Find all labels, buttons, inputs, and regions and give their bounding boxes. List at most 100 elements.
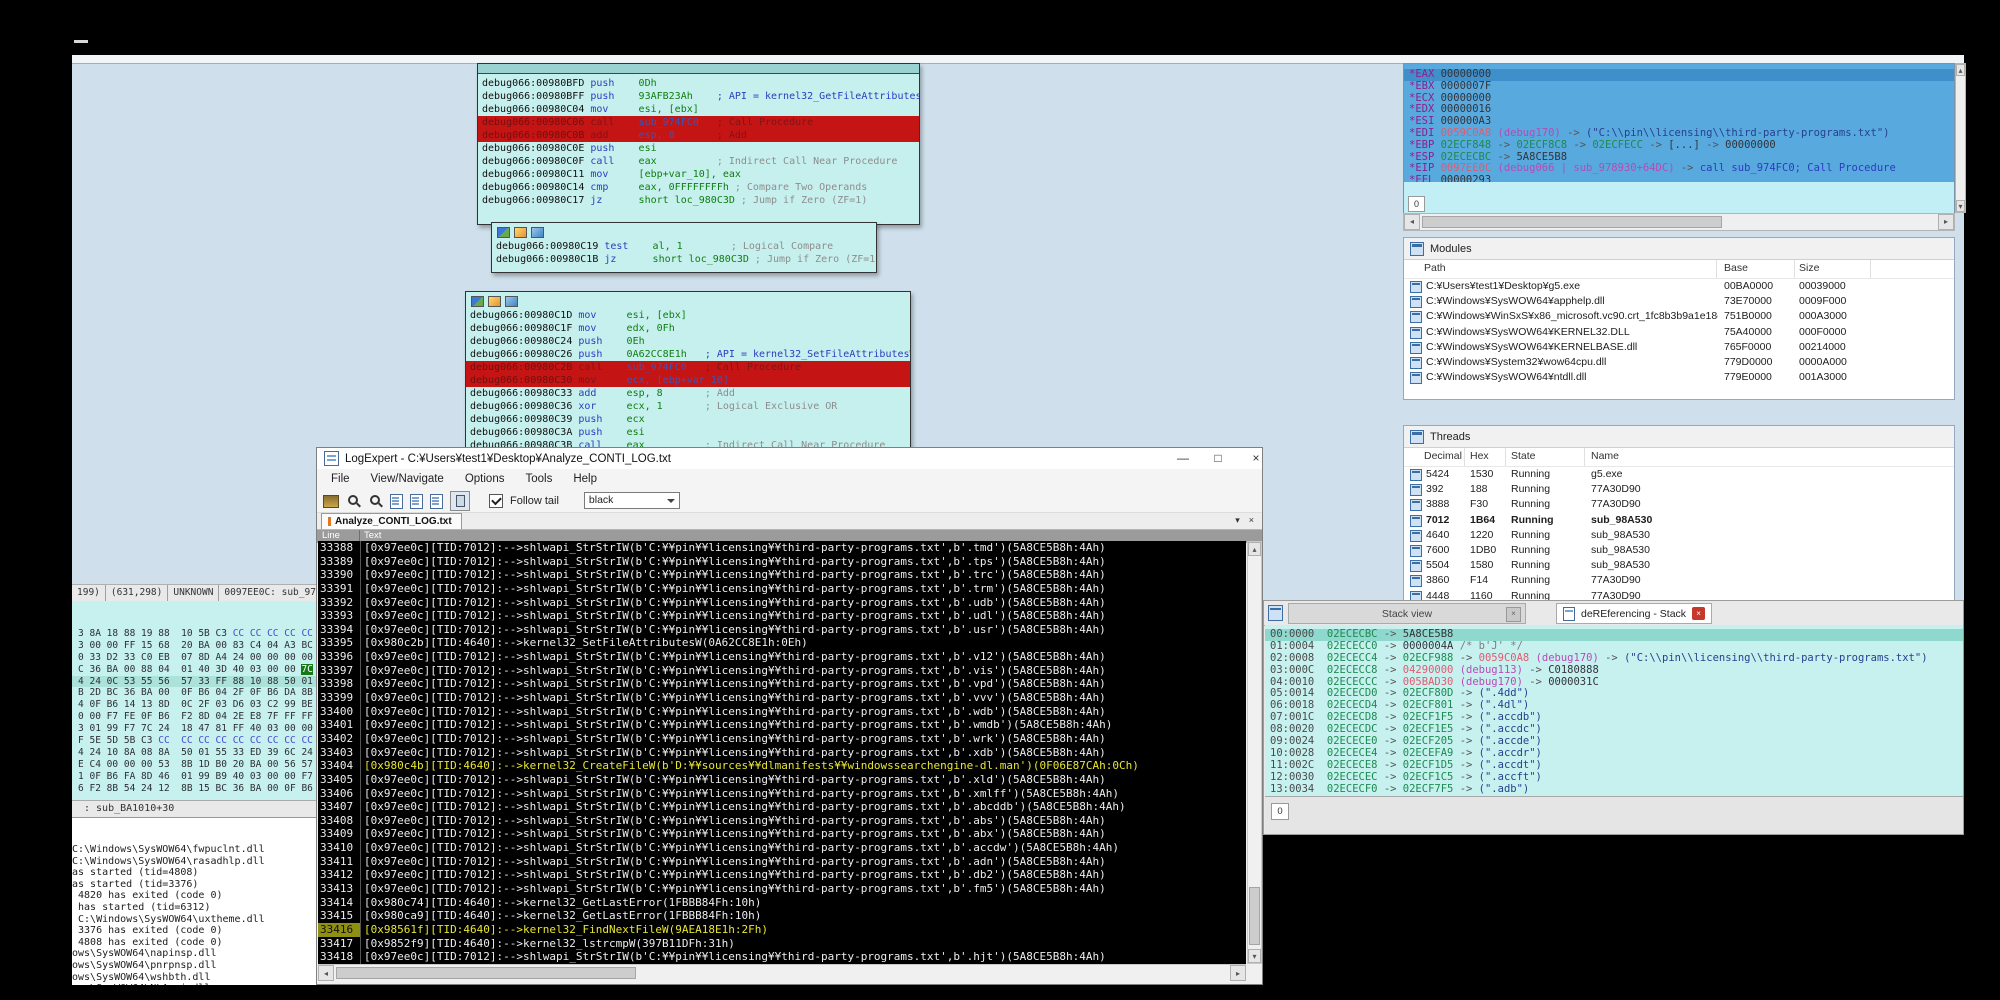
search-icon[interactable] — [346, 493, 361, 508]
log-row[interactable]: 33410[0x97ee0c][TID:7012]:-->shlwapi_Str… — [318, 841, 1246, 855]
thread-row[interactable]: 54241530Runningg5.exe — [1404, 467, 1954, 482]
scroll-thumb[interactable] — [1249, 887, 1260, 945]
disasm-line[interactable]: debug066:00980C30 mov ecx, [ebp+var_10] — [466, 374, 910, 387]
disasm-line[interactable]: debug066:00980C1B jz short loc_980C3D ; … — [496, 253, 876, 266]
log-row[interactable]: 33400[0x97ee0c][TID:7012]:-->shlwapi_Str… — [318, 705, 1246, 719]
threads-col-hex[interactable]: Hex — [1470, 450, 1489, 462]
scroll-left-icon[interactable]: ◂ — [318, 965, 334, 981]
log-row[interactable]: 33401[0x97ee0c][TID:7012]:-->shlwapi_Str… — [318, 718, 1246, 732]
hex-row[interactable]: 0 33 D2 33 C0 EB 07 8D A4 24 00 00 00 00 — [72, 652, 318, 664]
disasm-line[interactable]: debug066:00980C0F call eax ; Indirect Ca… — [482, 155, 919, 168]
module-row[interactable]: C:¥Windows¥SysWOW64¥apphelp.dll73E700000… — [1404, 294, 1954, 309]
hex-row[interactable]: 1 0F B6 FA 8D 46 01 99 B9 40 03 00 00 F7 — [72, 771, 318, 783]
module-row[interactable]: C:¥Users¥test1¥Desktop¥g5.exe00BA0000000… — [1404, 279, 1954, 294]
threads-col-decimal[interactable]: Decimal — [1424, 450, 1462, 462]
tab-dropdown-icon[interactable]: ▾ — [1235, 515, 1240, 526]
menu-tools[interactable]: Tools — [525, 473, 552, 485]
modules-col-path[interactable]: Path — [1424, 262, 1446, 274]
module-row[interactable]: C:¥Windows¥SysWOW64¥KERNEL32.DLL75A40000… — [1404, 325, 1954, 340]
hex-view[interactable]: 3 8A 18 88 19 88 10 5B C3 CC CC CC CC CC… — [72, 601, 318, 800]
scroll-thumb[interactable] — [336, 967, 636, 979]
log-row[interactable]: 33389[0x97ee0c][TID:7012]:-->shlwapi_Str… — [318, 555, 1246, 569]
disasm-line[interactable]: debug066:00980C3A push esi — [470, 426, 910, 439]
menu-file[interactable]: File — [331, 473, 350, 485]
module-row[interactable]: C:¥Windows¥SysWOW64¥ntdll.dll779E0000001… — [1404, 370, 1954, 385]
follow-tail-checkbox[interactable] — [489, 494, 503, 508]
document-icon[interactable] — [430, 494, 443, 509]
module-row[interactable]: C:¥Windows¥WinSxS¥x86_microsoft.vc90.crt… — [1404, 309, 1954, 324]
menu-options[interactable]: Options — [465, 473, 505, 485]
disasm-block-getfileattributes[interactable]: debug066:00980BFD push 0Dhdebug066:00980… — [477, 63, 920, 225]
scroll-down-icon[interactable]: ▾ — [1248, 949, 1261, 963]
log-row[interactable]: 33394[0x97ee0c][TID:7012]:-->shlwapi_Str… — [318, 623, 1246, 637]
disasm-line[interactable]: debug066:00980C0B add esp, 8 ; Add — [478, 129, 919, 142]
log-row[interactable]: 33399[0x97ee0c][TID:7012]:-->shlwapi_Str… — [318, 691, 1246, 705]
close-icon[interactable]: × — [1506, 607, 1521, 622]
log-row[interactable]: 33407[0x97ee0c][TID:7012]:-->shlwapi_Str… — [318, 800, 1246, 814]
disasm-line[interactable]: debug066:00980C19 test al, 1 ; Logical C… — [496, 240, 876, 253]
hex-row[interactable]: E C4 00 00 00 53 8B 1D B0 20 BA 00 56 57 — [72, 759, 318, 771]
log-row[interactable]: 33390[0x97ee0c][TID:7012]:-->shlwapi_Str… — [318, 568, 1246, 582]
scroll-up-icon[interactable]: ▴ — [1248, 542, 1261, 556]
log-row[interactable]: 33417[0x9852f9][TID:4640]:-->kernel32_ls… — [318, 937, 1246, 951]
log-row[interactable]: 33397[0x97ee0c][TID:7012]:-->shlwapi_Str… — [318, 664, 1246, 678]
hex-row[interactable]: 4 0F B6 14 13 8D 0C 2F 03 D6 03 C2 99 BE — [72, 699, 318, 711]
log-hscrollbar[interactable]: ◂ ▸ — [318, 964, 1246, 982]
thread-row[interactable]: 70121B64Runningsub_98A530 — [1404, 513, 1954, 528]
close-icon[interactable]: × — [1692, 607, 1705, 620]
threads-col-state[interactable]: State — [1511, 450, 1536, 462]
col-line[interactable]: Line — [322, 530, 340, 541]
log-row[interactable]: 33403[0x97ee0c][TID:7012]:-->shlwapi_Str… — [318, 746, 1246, 760]
thread-row[interactable]: 3860F14Running77A30D90 — [1404, 573, 1954, 588]
log-row[interactable]: 33408[0x97ee0c][TID:7012]:-->shlwapi_Str… — [318, 814, 1246, 828]
disasm-line[interactable]: debug066:00980C26 push 0A62CC8E1h ; API … — [470, 348, 910, 361]
register-row[interactable]: *EFL 00000293 — [1409, 175, 1954, 182]
log-row[interactable]: 33416[0x98561f][TID:4640]:-->kernel32_Fi… — [318, 923, 1246, 937]
minimize-button[interactable]: — — [1169, 448, 1197, 469]
disasm-line[interactable]: debug066:00980C1F mov edx, 0Fh — [470, 322, 910, 335]
disasm-line[interactable]: debug066:00980C2B call sub_974FC0 ; Call… — [466, 361, 910, 374]
log-row[interactable]: 33398[0x97ee0c][TID:7012]:-->shlwapi_Str… — [318, 677, 1246, 691]
hex-row[interactable]: 3 8A 18 88 19 88 10 5B C3 CC CC CC CC CC — [72, 628, 318, 640]
document-icon[interactable] — [410, 494, 423, 509]
stack-row[interactable]: 13:0034 02ECECF0 -> 02ECF7F5 -> (".adb") — [1270, 784, 1963, 796]
disasm-line[interactable]: debug066:00980C06 call sub_974FC0 ; Call… — [478, 116, 919, 129]
modules-col-size[interactable]: Size — [1799, 262, 1819, 274]
disasm-line[interactable]: debug066:00980BFF push 93AFB23Ah ; API =… — [482, 90, 919, 103]
thread-row[interactable]: 3888F30Running77A30D90 — [1404, 497, 1954, 512]
disasm-line[interactable]: debug066:00980C11 mov [ebp+var_10], eax — [482, 168, 919, 181]
log-row[interactable]: 33391[0x97ee0c][TID:7012]:-->shlwapi_Str… — [318, 582, 1246, 596]
disasm-block-setfileattributes[interactable]: debug066:00980C1D mov esi, [ebx]debug066… — [465, 291, 911, 451]
log-row[interactable]: 33415[0x980ca9][TID:4640]:-->kernel32_Ge… — [318, 909, 1246, 923]
log-row[interactable]: 33404[0x980c4b][TID:4640]:-->kernel32_Cr… — [318, 759, 1246, 773]
log-row[interactable]: 33406[0x97ee0c][TID:7012]:-->shlwapi_Str… — [318, 787, 1246, 801]
disasm-line[interactable]: debug066:00980C14 cmp eax, 0FFFFFFFFh ; … — [482, 181, 919, 194]
maximize-button[interactable]: □ — [1204, 448, 1232, 469]
thread-row[interactable]: 76001DB0Runningsub_98A530 — [1404, 543, 1954, 558]
disasm-line[interactable]: debug066:00980C04 mov esi, [ebx] — [482, 103, 919, 116]
thread-row[interactable]: 46401220Runningsub_98A530 — [1404, 528, 1954, 543]
log-row[interactable]: 33402[0x97ee0c][TID:7012]:-->shlwapi_Str… — [318, 732, 1246, 746]
disasm-line[interactable]: debug066:00980C1D mov esi, [ebx] — [470, 309, 910, 322]
log-row[interactable]: 33392[0x97ee0c][TID:7012]:-->shlwapi_Str… — [318, 596, 1246, 610]
log-row[interactable]: 33414[0x980c74][TID:4640]:-->kernel32_Ge… — [318, 896, 1246, 910]
menu-view-navigate[interactable]: View/Navigate — [371, 473, 444, 485]
disasm-block-test[interactable]: debug066:00980C19 test al, 1 ; Logical C… — [491, 222, 877, 273]
threads-titlebar[interactable]: Threads — [1404, 426, 1954, 448]
scroll-right-icon[interactable]: ▸ — [1938, 214, 1954, 230]
disasm-line[interactable]: debug066:00980C39 push ecx — [470, 413, 910, 426]
highlight-group-select[interactable]: black — [584, 492, 680, 509]
hex-row[interactable]: 3 01 99 F7 7C 24 18 47 81 FF 40 03 00 00 — [72, 723, 318, 735]
scroll-left-icon[interactable]: ◂ — [1404, 214, 1420, 230]
modules-titlebar[interactable]: Modules — [1404, 238, 1954, 260]
thread-row[interactable]: 55041580Runningsub_98A530 — [1404, 558, 1954, 573]
log-row[interactable]: 33418[0x97ee0c][TID:7012]:-->shlwapi_Str… — [318, 950, 1246, 964]
output-window[interactable]: C:\Windows\SysWOW64\fwpuclnt.dllC:\Windo… — [72, 817, 318, 985]
threads-col-name[interactable]: Name — [1591, 450, 1619, 462]
logexpert-titlebar[interactable]: LogExpert - C:¥Users¥test1¥Desktop¥Analy… — [317, 448, 1262, 469]
open-file-icon[interactable] — [323, 495, 339, 508]
log-row[interactable]: 33405[0x97ee0c][TID:7012]:-->shlwapi_Str… — [318, 773, 1246, 787]
hex-row[interactable]: 0 00 F7 FE 0F B6 F2 8D 04 2E E8 7F FF FF — [72, 711, 318, 723]
tab-dereferencing-stack[interactable]: deREferencing - Stack × — [1556, 603, 1712, 624]
module-row[interactable]: C:¥Windows¥SysWOW64¥KERNELBASE.dll765F00… — [1404, 340, 1954, 355]
